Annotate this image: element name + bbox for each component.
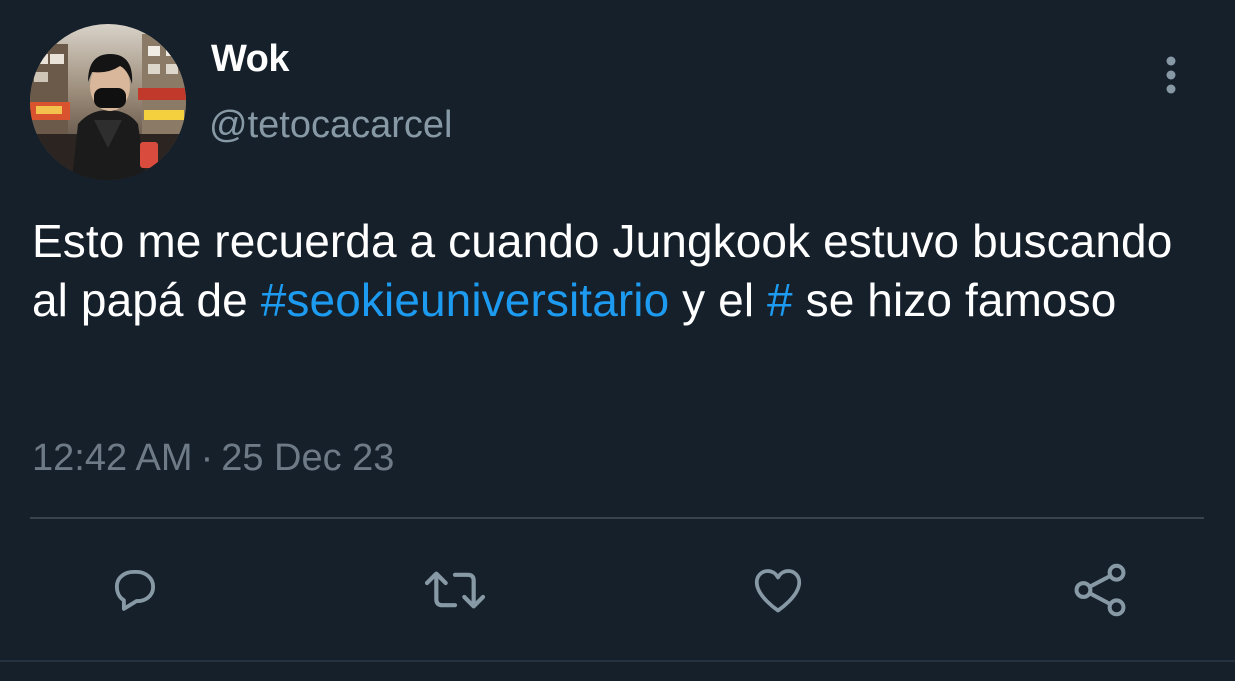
reply-icon: [114, 569, 156, 611]
avatar[interactable]: [30, 24, 186, 180]
more-options-button[interactable]: [1150, 50, 1192, 100]
bottom-divider: [0, 660, 1235, 662]
retweet-icon: [424, 571, 486, 609]
tweet-text: Esto me recuerda a cuando Jungkook estuv…: [32, 212, 1212, 330]
tweet-card: Wok @tetocacarcel Esto me recuerda a cua…: [0, 0, 1235, 681]
reply-button[interactable]: [100, 558, 170, 622]
hashtag-link[interactable]: #seokieuniversitario: [261, 274, 670, 326]
like-button[interactable]: [743, 558, 813, 622]
hashtag-link[interactable]: #: [767, 274, 793, 326]
display-name[interactable]: Wok: [211, 38, 290, 81]
tweet-text-part: se hizo famoso: [792, 274, 1117, 326]
tweet-timestamp[interactable]: 12:42 AM · 25 Dec 23: [32, 437, 394, 480]
tweet-time: 12:42 AM: [32, 437, 193, 479]
tweet-text-part: y el: [669, 274, 768, 326]
handle[interactable]: @tetocacarcel: [209, 104, 452, 147]
share-button[interactable]: [1065, 558, 1135, 622]
heart-icon: [754, 569, 802, 613]
share-icon: [1074, 563, 1126, 617]
more-vertical-icon: [1166, 56, 1176, 94]
retweet-button[interactable]: [420, 558, 490, 622]
timestamp-separator: ·: [200, 437, 214, 479]
divider: [30, 517, 1204, 519]
tweet-date: 25 Dec 23: [221, 437, 395, 479]
